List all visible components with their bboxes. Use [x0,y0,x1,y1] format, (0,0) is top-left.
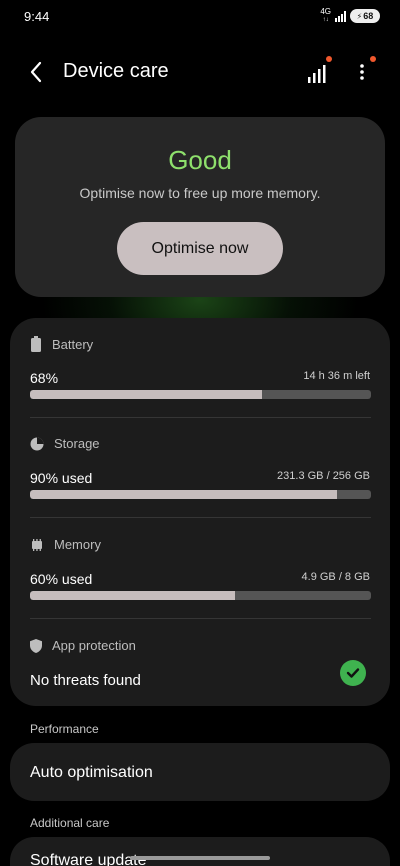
network-indicator: 4G ↑↓ [320,8,331,24]
battery-level: 68 [363,11,374,21]
memory-value: 60% used [30,571,93,587]
memory-section[interactable]: Memory 60% used 4.9 GB / 8 GB [10,537,390,619]
shield-icon [30,638,42,653]
battery-value: 68% [30,370,59,386]
memory-bar-fill [30,591,235,600]
signal-icon [335,10,346,22]
status-message: Optimise now to free up more memory. [79,185,321,201]
storage-section[interactable]: Storage 90% used 231.3 GB / 256 GB [10,436,390,518]
storage-title: Storage [54,436,100,451]
more-vertical-icon [360,64,364,80]
software-update-row[interactable]: Software update [10,837,390,866]
battery-title: Battery [52,336,94,352]
memory-title: Memory [54,537,101,552]
status-icons: 4G ↑↓ ⚡ 68 [320,8,380,24]
storage-bar [30,490,371,499]
memory-chip-icon [32,538,42,551]
battery-section[interactable]: Battery 68% 14 h 36 m left [10,336,390,418]
status-bar: 9:44 4G ↑↓ ⚡ 68 [0,0,400,34]
storage-bar-fill [30,490,337,499]
battery-bar-fill [30,390,262,399]
metrics-card: Battery 68% 14 h 36 m left Storage 90% u… [10,318,390,706]
battery-detail: 14 h 36 m left [303,370,370,382]
additional-care-header: Additional care [30,816,110,830]
performance-header: Performance [30,722,99,736]
app-protection-section[interactable]: App protection No threats found [10,638,390,698]
app-protection-value: No threats found [30,672,141,689]
notification-dot [370,56,376,62]
status-time: 9:44 [24,9,50,24]
device-status: Good [168,145,232,175]
software-update-label: Software update [30,852,147,866]
back-arrow-icon [30,61,42,83]
storage-detail: 231.3 GB / 256 GB [277,470,370,482]
auto-optimisation-row[interactable]: Auto optimisation [10,743,390,801]
optimise-now-button[interactable]: Optimise now [117,222,283,275]
storage-header: Storage [30,436,100,451]
battery-indicator: ⚡ 68 [350,9,380,23]
divider [30,517,371,518]
auto-optimisation-label: Auto optimisation [30,764,153,781]
battery-header: Battery [30,336,93,352]
battery-bolt-icon: ⚡ [356,11,363,21]
page-title: Device care [63,60,169,82]
divider [30,417,371,418]
app-protection-header: App protection [30,638,136,653]
top-bar: Device care [0,50,400,94]
stats-button[interactable] [304,56,332,86]
check-circle-icon [340,660,366,686]
status-card: Good Optimise now to free up more memory… [15,117,385,297]
bar-chart-icon [308,65,326,83]
back-button[interactable] [22,58,50,86]
notification-dot [326,56,332,62]
more-options-button[interactable] [350,56,376,86]
pie-chart-icon [30,437,44,450]
divider [30,618,371,619]
memory-detail: 4.9 GB / 8 GB [301,571,370,583]
navigation-handle[interactable] [130,856,270,860]
network-activity: ↑↓ [322,17,329,23]
memory-header: Memory [30,537,101,552]
battery-icon [31,336,41,352]
battery-bar [30,390,371,399]
network-type: 4G [320,7,331,16]
app-protection-title: App protection [52,638,136,653]
memory-bar [30,591,371,600]
storage-value: 90% used [30,470,93,486]
